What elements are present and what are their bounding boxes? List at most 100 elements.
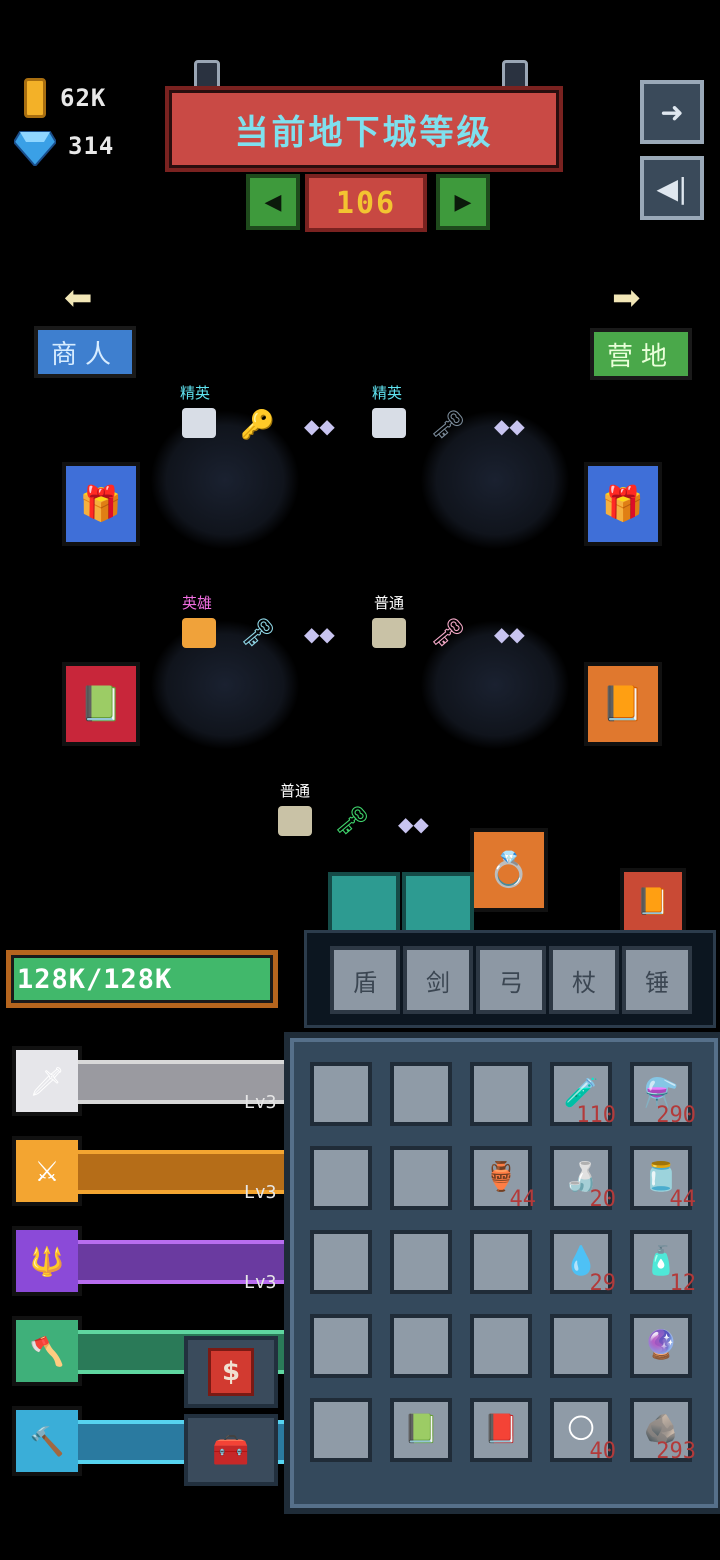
- skill-row-1[interactable]: 🗡 Lv3: [12, 1046, 292, 1116]
- gold-counter: 62K: [14, 78, 106, 118]
- gold-coin-icon: [24, 78, 46, 118]
- camp-label: 营地: [606, 341, 675, 372]
- inventory-slot[interactable]: [390, 1314, 452, 1378]
- skill-level: Lv3: [244, 1182, 277, 1203]
- item-count: 44: [669, 1187, 697, 1212]
- enemy-card-top-right[interactable]: 🎁: [584, 462, 662, 546]
- inventory-slot[interactable]: 🏺 44: [470, 1146, 536, 1212]
- inventory-slot[interactable]: 🫙 44: [630, 1146, 696, 1212]
- inventory-slot[interactable]: [550, 1314, 612, 1378]
- item-count: 44: [509, 1187, 537, 1212]
- item-icon: 📕: [483, 1412, 519, 1445]
- potion-pile-icon: 🎁: [601, 484, 645, 524]
- gem-pair-icon: ◆◆: [494, 622, 525, 646]
- enemy-tier-label: 普通: [280, 782, 311, 800]
- teal-key-icon: 🗝: [240, 616, 276, 649]
- level-prev-button[interactable]: ◀: [246, 174, 300, 230]
- inventory-slot[interactable]: 🔮: [630, 1314, 692, 1378]
- enemy-card-top-left[interactable]: 🎁: [62, 462, 140, 546]
- dollar-icon: $: [208, 1348, 254, 1396]
- chest-tab[interactable]: 🧰: [184, 1414, 278, 1486]
- green-key-icon: 🗝: [334, 804, 370, 837]
- small-spellbook-card[interactable]: 📙: [620, 868, 686, 936]
- skill-level: Lv3: [244, 1092, 277, 1113]
- tab-shield[interactable]: 盾: [330, 946, 400, 1014]
- inventory-slot[interactable]: [390, 1146, 452, 1210]
- gem-pair-icon: ◆◆: [398, 812, 429, 836]
- skill-row-2[interactable]: ⚔ Lv3: [12, 1136, 292, 1206]
- gold-amount: 62K: [60, 84, 107, 112]
- inventory-slot[interactable]: [310, 1146, 372, 1210]
- gem-counter: 314: [12, 128, 114, 168]
- enemy-card-mid-right[interactable]: 📙: [584, 662, 662, 746]
- gem-pair-icon: ◆◆: [494, 414, 525, 438]
- inventory-slot[interactable]: [470, 1314, 532, 1378]
- inventory-slot[interactable]: 🍶 20: [550, 1146, 616, 1212]
- diamond-icon: [12, 128, 58, 168]
- tab-label: 剑: [426, 968, 450, 997]
- player-hp-text: 128K/128K: [17, 963, 173, 995]
- gold-key-icon: 🔑: [240, 408, 275, 441]
- inventory-slot[interactable]: [310, 1062, 372, 1126]
- tab-hammer[interactable]: 锤: [622, 946, 692, 1014]
- boss-ring-card[interactable]: 💍: [470, 828, 548, 912]
- inventory-slot[interactable]: 🧪 110: [550, 1062, 616, 1128]
- tab-label: 盾: [353, 968, 377, 997]
- crown-icon: [182, 408, 216, 438]
- inventory-slot[interactable]: [390, 1062, 452, 1126]
- item-count: 40: [589, 1439, 617, 1464]
- enemy-card-mid-left[interactable]: 📗: [62, 662, 140, 746]
- gray-key-icon: 🗝: [430, 408, 466, 441]
- arrow-left-icon: ⬅: [64, 278, 93, 318]
- enemy-tier-label: 精英: [372, 384, 403, 402]
- tab-bow[interactable]: 弓: [476, 946, 546, 1014]
- potion-pile-icon: 🎁: [79, 484, 123, 524]
- inventory-slot[interactable]: [470, 1062, 532, 1126]
- sound-button[interactable]: ◀|: [640, 156, 704, 220]
- inventory-slot[interactable]: ⚗️ 290: [630, 1062, 696, 1128]
- inventory-slot[interactable]: 🌕 40: [550, 1398, 616, 1464]
- banner-title: 当前地下城等级: [234, 112, 494, 153]
- inventory-slot[interactable]: 💧 29: [550, 1230, 616, 1296]
- merchant-button[interactable]: 商人: [34, 326, 136, 378]
- chest-icon: 🧰: [212, 1432, 250, 1468]
- gem-pair-icon: ◆◆: [304, 414, 335, 438]
- item-count: 293: [656, 1439, 696, 1464]
- item-count: 110: [576, 1103, 616, 1128]
- statue-left-top: [150, 410, 300, 550]
- skill-row-3[interactable]: 🔱 Lv3: [12, 1226, 292, 1296]
- inventory-slot[interactable]: [310, 1230, 372, 1294]
- shop-tab[interactable]: $: [184, 1336, 278, 1408]
- exit-button[interactable]: ➜: [640, 80, 704, 144]
- mace-icon: 🔨: [12, 1406, 82, 1476]
- ring-icon: 💍: [487, 850, 531, 890]
- trident-icon: 🔱: [12, 1226, 82, 1296]
- axe-icon: 🪓: [12, 1316, 82, 1386]
- item-count: 29: [589, 1271, 617, 1296]
- inventory-slot[interactable]: 🧴 12: [630, 1230, 696, 1296]
- level-number: 106: [335, 185, 397, 221]
- enemy-tier-label: 精英: [180, 384, 211, 402]
- tab-staff[interactable]: 杖: [549, 946, 619, 1014]
- skill-level: Lv3: [244, 1272, 277, 1293]
- arrow-right-icon: ➡: [612, 278, 641, 318]
- inventory-slot[interactable]: 🪨 293: [630, 1398, 696, 1464]
- crown-icon: [182, 618, 216, 648]
- player-hp-bar: 128K/128K: [6, 950, 278, 1008]
- tab-sword[interactable]: 剑: [403, 946, 473, 1014]
- inventory-slot[interactable]: [470, 1230, 532, 1294]
- camp-button[interactable]: 营地: [590, 328, 692, 380]
- inventory-slot[interactable]: [310, 1398, 372, 1462]
- enemy-tier-label: 普通: [374, 594, 405, 612]
- dungeon-level-banner: 当前地下城等级: [165, 86, 563, 172]
- inventory-slot[interactable]: [310, 1314, 372, 1378]
- tab-label: 弓: [499, 968, 523, 997]
- level-next-button[interactable]: ▶: [436, 174, 490, 230]
- inventory-slot[interactable]: 📗: [390, 1398, 452, 1462]
- exit-icon: ➜: [660, 95, 684, 129]
- inventory-slot[interactable]: [390, 1230, 452, 1294]
- item-count: 290: [656, 1103, 696, 1128]
- gem-blade-icon: 🗡: [12, 1046, 82, 1116]
- spellbook-icon: 📙: [636, 887, 670, 917]
- inventory-slot[interactable]: 📕: [470, 1398, 532, 1462]
